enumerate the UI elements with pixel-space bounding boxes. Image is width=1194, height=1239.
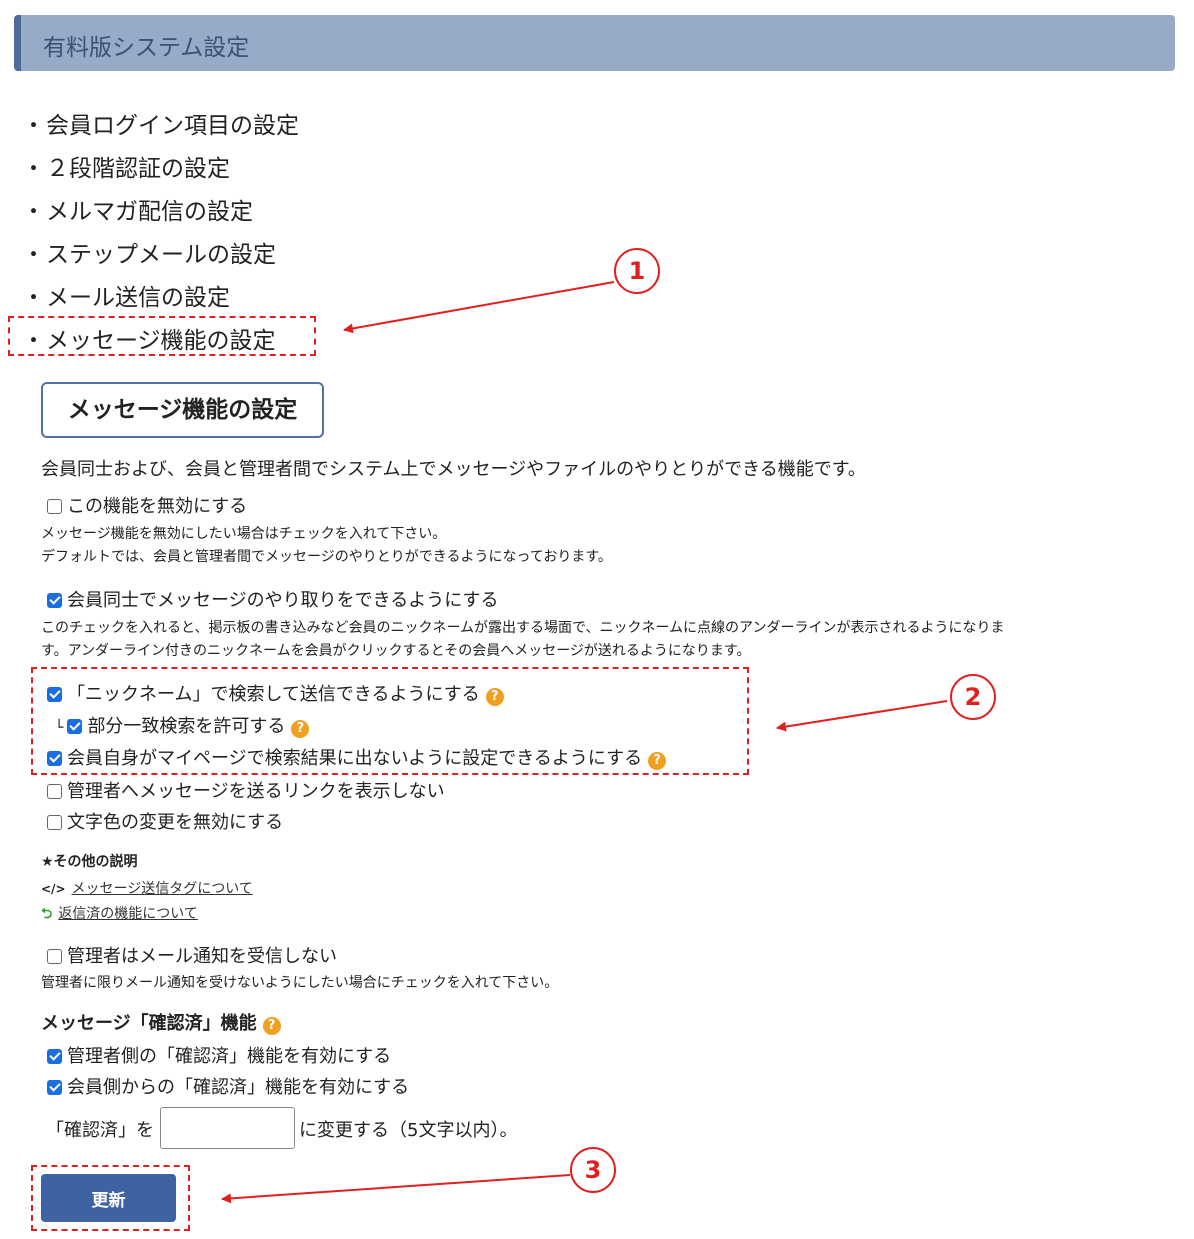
arrow-1 <box>343 281 615 334</box>
arrow-3 <box>221 1174 571 1204</box>
arrow-2 <box>776 700 948 732</box>
callout-3: 3 <box>570 1147 616 1193</box>
callout-1: 1 <box>614 248 660 294</box>
callout-2: 2 <box>950 674 996 720</box>
annotation-arrows <box>221 281 948 1204</box>
